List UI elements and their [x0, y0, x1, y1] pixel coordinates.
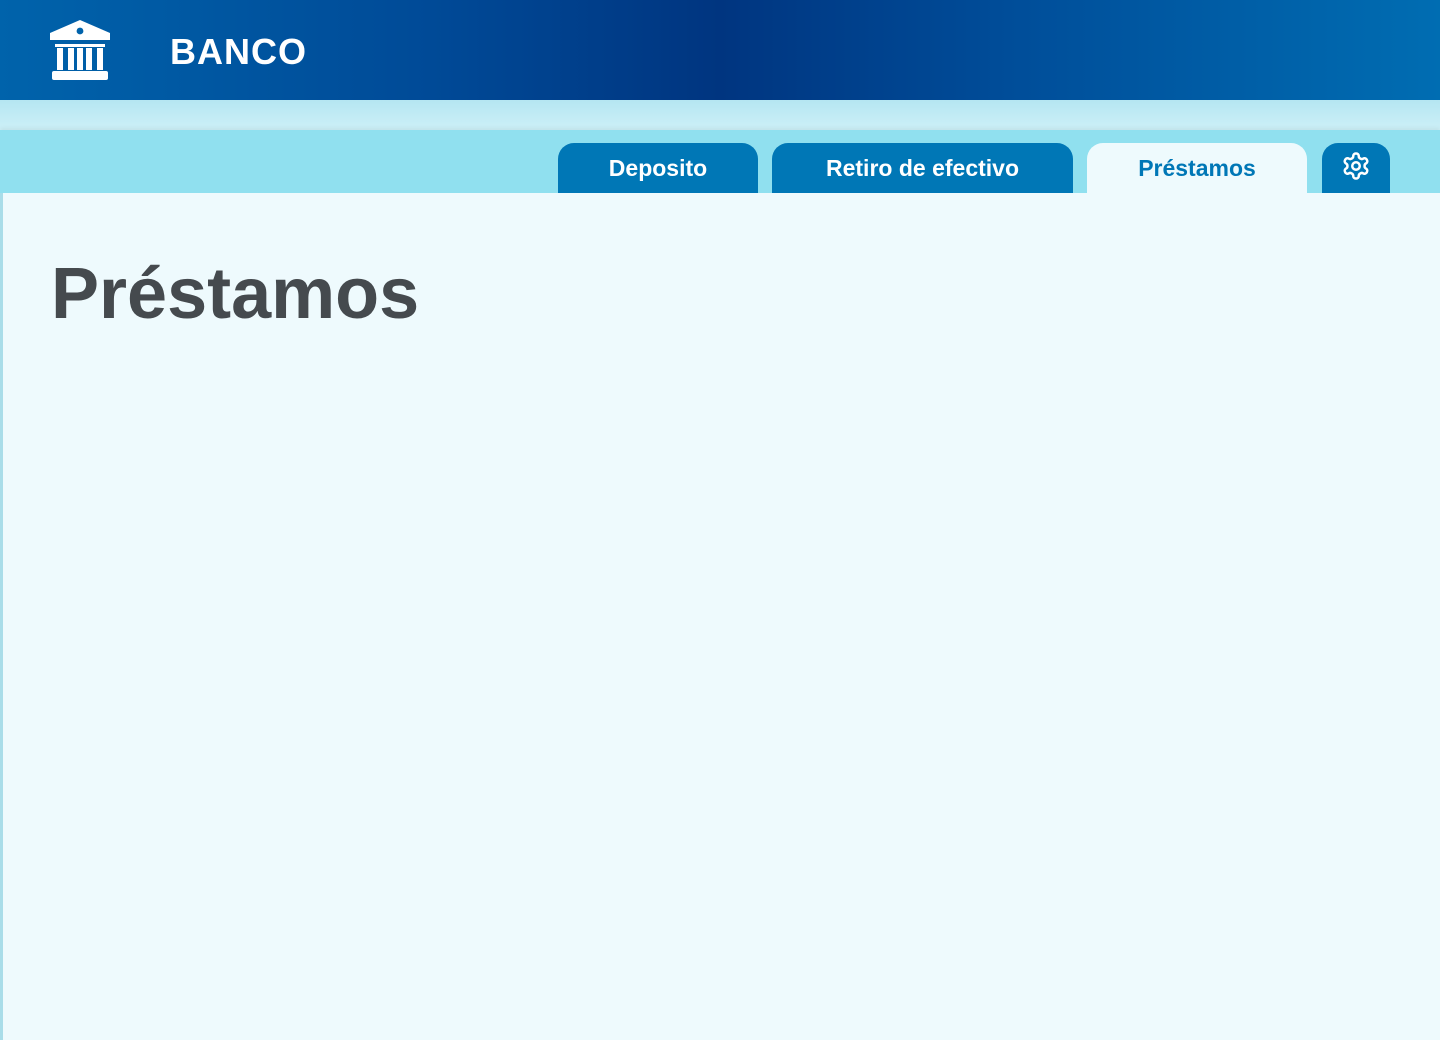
- tab-deposito[interactable]: Deposito: [558, 143, 758, 193]
- brand-title: BANCO: [170, 31, 307, 72]
- main-content: Préstamos: [0, 193, 1440, 1040]
- header-divider: [0, 100, 1440, 130]
- settings-tab[interactable]: [1322, 143, 1390, 193]
- tab-bar: Deposito Retiro de efectivo Préstamos: [0, 130, 1440, 193]
- bank-building-icon: [50, 20, 110, 80]
- tab-retiro-de-efectivo[interactable]: Retiro de efectivo: [772, 143, 1073, 193]
- tab-prestamos[interactable]: Préstamos: [1087, 143, 1307, 193]
- page-title: Préstamos: [51, 254, 420, 334]
- top-header: BANCO: [0, 0, 1440, 100]
- gear-icon: [1343, 152, 1369, 180]
